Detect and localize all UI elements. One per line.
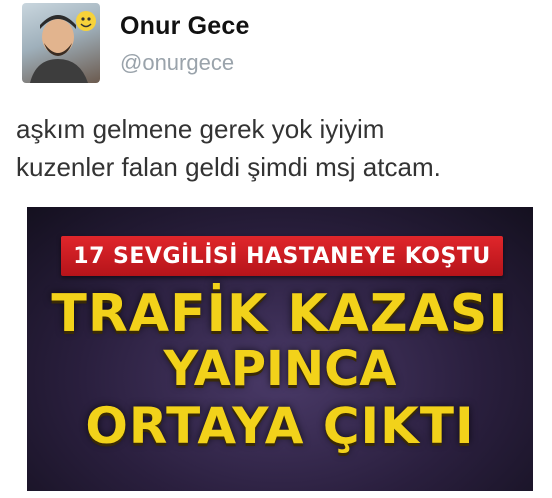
tweet-text: aşkım gelmene gerek yok iyiyim kuzenler …: [16, 110, 536, 186]
news-banner: 17 SEVGİLİSİ HASTANEYE KOŞTU: [61, 236, 503, 276]
avatar[interactable]: [22, 3, 100, 83]
tweet-text-line: aşkım gelmene gerek yok iyiyim: [16, 114, 385, 144]
headline-line: ORTAYA ÇIKTI: [85, 397, 475, 455]
user-handle[interactable]: @onurgece: [120, 50, 234, 76]
tweet-media-image[interactable]: 17 SEVGİLİSİ HASTANEYE KOŞTU TRAFİK KAZA…: [27, 207, 533, 491]
avatar-photo-icon: [30, 11, 96, 83]
display-name[interactable]: Onur Gece: [120, 12, 250, 41]
tweet-text-line: kuzenler falan geldi şimdi msj atcam.: [16, 152, 441, 182]
headline-line: TRAFİK KAZASI: [51, 284, 509, 344]
news-banner-text: 17 SEVGİLİSİ HASTANEYE KOŞTU: [73, 243, 491, 269]
tweet-card: Onur Gece @onurgece aşkım gelmene gerek …: [0, 0, 552, 498]
headline-line: YAPINCA: [163, 341, 397, 397]
